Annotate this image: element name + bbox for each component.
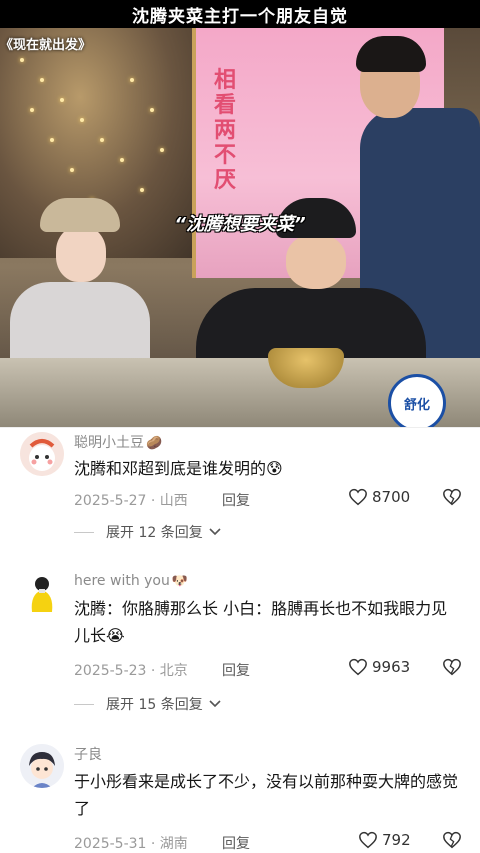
reply-button[interactable]: 回复 <box>222 833 250 853</box>
avatar[interactable] <box>20 432 64 476</box>
like-button[interactable]: 792 <box>358 831 411 849</box>
video-player[interactable]: 相看两不厌 舒化 《现在就出发》 “沈腾想要夹菜” <box>0 28 480 427</box>
like-button[interactable]: 8700 <box>348 488 410 506</box>
like-count: 9963 <box>372 658 411 676</box>
subtitle-caption: “沈腾想要夹菜” <box>174 214 306 235</box>
comment-text: 于小彤看来是成长了不少，没有以前那种耍大牌的感觉了 <box>74 772 459 818</box>
dislike-button[interactable] <box>442 658 462 680</box>
like-count: 792 <box>382 831 411 849</box>
like-button[interactable]: 9963 <box>348 658 410 676</box>
expand-replies-button[interactable]: 展开 12 条回复 <box>74 522 221 542</box>
broken-heart-icon <box>443 831 461 849</box>
reply-button[interactable]: 回复 <box>222 660 250 680</box>
comment-text: 沈腾：你胳膊那么长 小白：胳膊再长也不如我眼力见儿长😭 <box>74 599 448 645</box>
comment-item: here with you 🐶 沈腾：你胳膊那么长 小白：胳膊再长也不如我眼力见儿… <box>0 570 480 720</box>
comment-date-location: 2025-5-23 · 北京 <box>74 663 188 679</box>
video-title-bar: 沈腾夹菜主打一个朋友自觉 <box>0 0 480 28</box>
comment-date-location: 2025-5-27 · 山西 <box>74 493 188 509</box>
dislike-button[interactable] <box>442 488 462 510</box>
avatar[interactable] <box>20 572 64 616</box>
avatar[interactable] <box>20 744 64 788</box>
reply-button[interactable]: 回复 <box>222 490 250 510</box>
comment-item: 子良 于小彤看来是成长了不少，没有以前那种耍大牌的感觉了 2025-5-31 ·… <box>0 742 480 853</box>
broken-heart-icon <box>443 488 461 506</box>
heart-outline-icon <box>359 831 377 849</box>
dislike-button[interactable] <box>442 831 462 853</box>
heart-outline-icon <box>349 658 367 676</box>
chevron-down-icon <box>209 700 221 708</box>
comment-item: 聪明小土豆 🥔 沈腾和邓超到底是谁发明的😰 2025-5-27 · 山西 回复 8… <box>0 428 480 548</box>
show-name-caption: 《现在就出发》 <box>0 38 92 53</box>
chevron-down-icon <box>209 528 221 536</box>
brand-badge: 舒化 <box>388 374 446 427</box>
comment-author[interactable]: 聪明小土豆 🥔 <box>74 432 162 452</box>
video-title: 沈腾夹菜主打一个朋友自觉 <box>132 6 348 27</box>
comment-author[interactable]: here with you 🐶 <box>74 573 188 589</box>
like-count: 8700 <box>372 488 411 506</box>
broken-heart-icon <box>443 658 461 676</box>
expand-replies-button[interactable]: 展开 15 条回复 <box>74 694 221 714</box>
comment-date-location: 2025-5-31 · 湖南 <box>74 836 188 852</box>
comment-text: 沈腾和邓超到底是谁发明的😰 <box>74 459 283 478</box>
heart-outline-icon <box>349 488 367 506</box>
comment-author[interactable]: 子良 <box>74 744 104 764</box>
